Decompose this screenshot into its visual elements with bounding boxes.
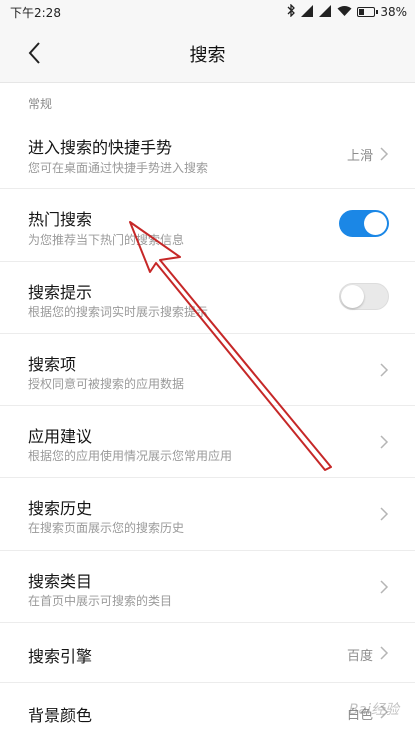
row-value: 百度 (346, 649, 373, 664)
setting-row-app-suggest[interactable]: 应用建议 根据您的应用使用情况展示您常用应用 (0, 405, 415, 478)
hot-search-toggle[interactable] (339, 210, 389, 237)
row-title: 搜索提示 (28, 283, 93, 302)
wifi-icon (337, 5, 352, 20)
setting-row-search-category[interactable]: 搜索类目 在首页中展示可搜索的类目 (0, 550, 415, 623)
battery-percent: 38% (380, 5, 407, 19)
row-subtitle: 根据您的搜索词实时展示搜索提示 (28, 305, 209, 319)
row-title: 搜索历史 (28, 499, 93, 518)
chevron-right-icon (380, 363, 389, 377)
search-hint-toggle[interactable] (339, 283, 389, 310)
row-subtitle: 根据您的应用使用情况展示您常用应用 (28, 449, 233, 463)
status-icons: 38% (287, 3, 407, 21)
setting-row-hot-search[interactable]: 热门搜索 为您推荐当下热门的搜索信息 (0, 188, 415, 262)
row-subtitle: 授权同意可被搜索的应用数据 (28, 377, 185, 391)
row-title: 搜索引擎 (28, 647, 93, 666)
row-title: 应用建议 (28, 427, 93, 446)
chevron-right-icon (380, 507, 389, 521)
chevron-right-icon (380, 580, 389, 594)
row-title: 热门搜索 (28, 210, 93, 229)
setting-row-gesture[interactable]: 进入搜索的快捷手势 您可在桌面通过快捷手势进入搜索 上滑 (0, 116, 415, 189)
row-title: 搜索项 (28, 355, 77, 374)
row-value: 上滑 (346, 149, 373, 164)
app-header: 搜索 (0, 24, 415, 83)
chevron-right-icon (380, 646, 389, 660)
toggle-knob (341, 285, 364, 308)
row-title: 进入搜索的快捷手势 (28, 138, 173, 157)
row-subtitle: 您可在桌面通过快捷手势进入搜索 (28, 161, 209, 175)
status-time: 下午2:28 (10, 6, 61, 20)
bluetooth-icon (287, 3, 296, 20)
signal-icon-2 (319, 4, 332, 20)
setting-row-search-history[interactable]: 搜索历史 在搜索页面展示您的搜索历史 (0, 477, 415, 551)
row-title: 背景颜色 (28, 706, 93, 725)
setting-row-search-hint[interactable]: 搜索提示 根据您的搜索词实时展示搜索提示 (0, 261, 415, 334)
chevron-right-icon (380, 147, 389, 161)
status-bar: 下午2:28 38% (0, 0, 415, 24)
section-header: 常规 (28, 97, 53, 111)
signal-icon (301, 4, 314, 20)
battery-icon (357, 7, 379, 17)
page-title: 搜索 (189, 45, 226, 66)
row-title: 搜索类目 (28, 572, 93, 591)
chevron-right-icon (380, 435, 389, 449)
row-subtitle: 在首页中展示可搜索的类目 (28, 594, 173, 608)
row-subtitle: 在搜索页面展示您的搜索历史 (28, 521, 185, 535)
toggle-knob (364, 212, 387, 235)
watermark: Bai经验 (348, 702, 399, 718)
setting-row-search-items[interactable]: 搜索项 授权同意可被搜索的应用数据 (0, 333, 415, 406)
row-subtitle: 为您推荐当下热门的搜索信息 (28, 233, 185, 247)
setting-row-search-engine[interactable]: 搜索引擎 百度 (0, 622, 415, 683)
